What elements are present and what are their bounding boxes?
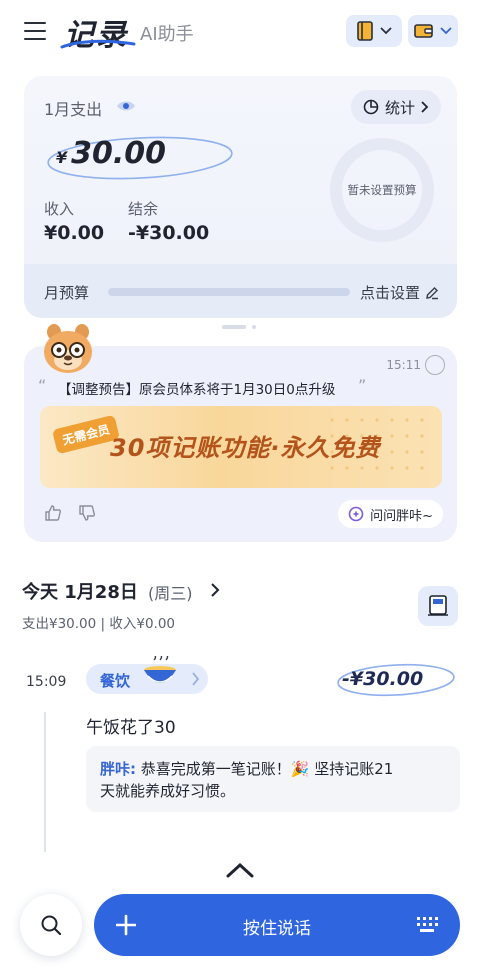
stats-button[interactable]: 统计 [350,90,441,124]
set-budget-button[interactable]: 点击设置 [360,282,439,303]
notice-text: 【调整预告】原会员体系将于1月30日0点升级 [58,382,336,398]
chevron-down-icon [380,27,392,35]
entry-amount[interactable]: -¥30.00 [342,668,423,690]
budget-ring-text: 暂未设置预算 [347,183,417,197]
income-value: ¥0.00 [44,222,105,244]
day-summary: 支出¥30.00 | 收入¥0.00 [22,616,176,632]
pencil-icon [426,286,438,299]
entry-note[interactable]: 午饭花了30 [86,713,176,738]
income-label: 收入 [44,200,75,218]
menu-icon[interactable] [24,22,46,40]
quote-open-icon: “ [38,376,47,395]
chevron-right-icon [421,101,429,113]
chevron-down-icon [440,27,452,35]
wallet-icon [414,24,433,38]
balance-label: 结余 [128,200,159,218]
expense-amount: ¥30.00 [56,136,166,171]
tab-ai-assistant[interactable]: AI助手 [140,20,194,46]
hold-to-talk-button[interactable]: 按住说话 [94,894,460,956]
reply-text-line2: 天就能养成好习惯。 [100,782,236,800]
chevron-up-icon[interactable] [226,862,254,878]
expense-label: 1月支出 [44,100,103,119]
sparkle-icon [348,506,364,522]
set-budget-label: 点击设置 [359,284,420,302]
carousel-dots [222,325,256,329]
calculator-button[interactable] [418,586,458,626]
thumbs-down-icon[interactable] [78,504,96,522]
day-weekday: (周三) [148,584,193,603]
reply-author: 胖咔: [100,760,136,778]
message-time: 15:11 [386,358,421,372]
banner-text: 30项记账功能·永久免费 [110,434,381,462]
balance-value: -¥30.00 [128,222,210,244]
mascot-avatar [44,324,92,373]
book-switch-button[interactable] [346,15,402,47]
ask-assistant-button[interactable]: 问问胖咔~ [338,500,443,528]
monthly-summary-card: 1月支出 统计 ¥30.00 收入 ¥0.00 结余 -¥30.00 暂未设置预… [24,76,457,318]
monthly-budget-label: 月预算 [44,284,90,302]
calculator-icon [428,595,448,616]
feedback-buttons [44,504,96,522]
category-label: 餐饮 [100,672,131,690]
ask-assistant-label: 问问胖咔~ [370,508,433,524]
monthly-budget-row[interactable]: 月预算 点击设置 [24,264,457,318]
bowl-icon [144,656,176,683]
currency-symbol: ¥ [56,148,68,167]
wallet-switch-button[interactable] [408,15,458,47]
quote-close-icon: ” [358,376,367,395]
eye-icon[interactable] [116,99,136,113]
chevron-right-icon[interactable] [210,582,220,598]
timeline-line [44,712,46,852]
budget-progress-bar [108,288,350,296]
thumbs-up-icon[interactable] [44,504,62,522]
search-button[interactable] [20,894,82,956]
notebook-icon [357,21,373,41]
title-underline [60,39,136,49]
pie-chart-icon [363,99,379,115]
stats-label: 统计 [384,98,415,117]
category-chip[interactable]: 餐饮 [86,656,208,694]
entry-time: 15:09 [26,674,67,690]
promo-banner[interactable]: 无需会员 30项记账功能·永久免费 [40,406,442,488]
hold-to-talk-label: 按住说话 [243,919,311,939]
keyboard-icon[interactable] [416,915,438,935]
search-icon [41,915,62,936]
expense-amount-value: 30.00 [71,136,167,171]
check-icon [425,355,445,375]
reply-text-line1: 恭喜完成第一笔记账！🎉 坚持记账21 [136,760,394,778]
chevron-right-icon [192,672,200,686]
assistant-reply: 胖咔: 恭喜完成第一笔记账！🎉 坚持记账21 天就能养成好习惯。 [86,746,460,812]
header: 记录 AI助手 [0,0,480,64]
day-title[interactable]: 今天 1月28日 [22,578,138,604]
budget-ring[interactable]: 暂未设置预算 [330,138,434,242]
